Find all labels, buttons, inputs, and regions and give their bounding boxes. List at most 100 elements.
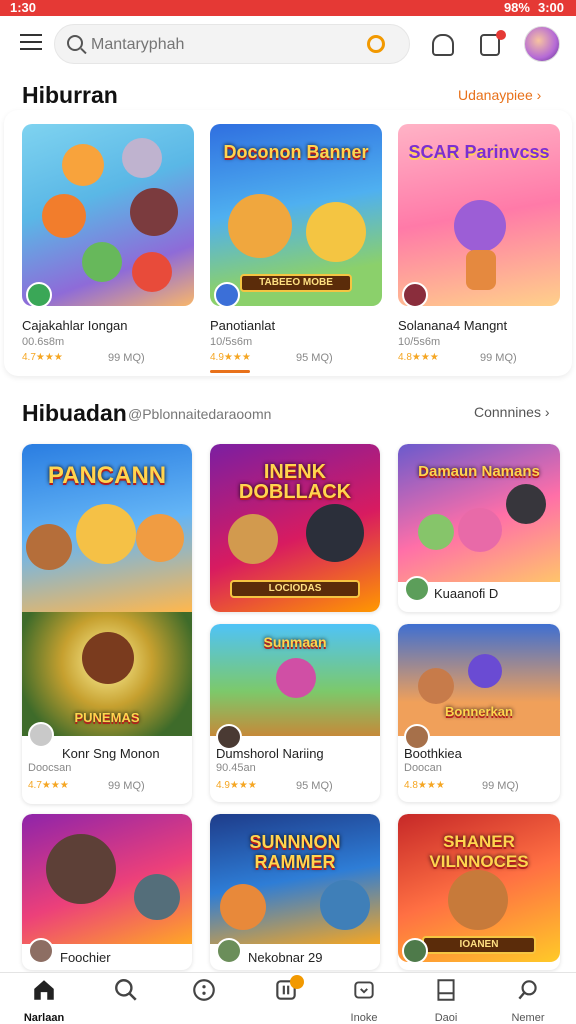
game-icon — [214, 282, 240, 308]
game-card[interactable]: SHANER VILNNOCES IOANEN — [398, 814, 560, 970]
game-title: Foochier — [60, 950, 111, 965]
menu-icon[interactable] — [20, 34, 42, 52]
game-thumbnail[interactable]: SCAR Parinvcss — [398, 124, 560, 306]
game-rating: 4.9★★★ — [216, 780, 257, 791]
game-art-title: SUNNNON RAMMER — [249, 832, 341, 872]
game-icon — [402, 282, 428, 308]
nav-inbox[interactable]: Inoke — [324, 977, 404, 1024]
game-icon — [402, 938, 428, 964]
game-rating: 4.9★★★ — [210, 352, 251, 363]
nav-search[interactable] — [86, 977, 166, 1012]
game-art-title: Bonnerkan — [445, 704, 513, 719]
nav-pages[interactable]: Daoi — [406, 977, 486, 1024]
game-thumbnail[interactable]: SUNNNON RAMMER — [210, 814, 380, 944]
game-art-title: PANCANN — [47, 462, 167, 489]
game-thumbnail[interactable]: PUNEMAS — [22, 612, 192, 736]
game-title: Dumshorol Nariing — [216, 746, 324, 761]
home-icon — [34, 980, 54, 1000]
notification-dot — [496, 30, 506, 40]
game-art-title: PUNEMAS — [74, 710, 140, 725]
chevron-right-icon: › — [544, 404, 550, 420]
game-card[interactable]: INENK DOBLLACK LOCIODAS — [210, 444, 380, 612]
game-title: Kuaanofi D — [434, 586, 499, 601]
game-rating: 4.8★★★ — [404, 780, 445, 791]
game-subtitle: 10/5s6m — [398, 336, 441, 348]
game-size: 95 MQ) — [296, 352, 333, 364]
app-bar — [0, 16, 576, 74]
game-size: 99 MQ) — [108, 780, 145, 792]
battery-text: 98% — [503, 0, 530, 15]
inbox-icon — [354, 981, 374, 999]
nav-more[interactable]: Nemer — [488, 977, 568, 1024]
game-subtitle: 90.45an — [216, 762, 256, 774]
game-thumbnail[interactable]: Doconon Banner ТАВЕЕО МОВЕ — [210, 124, 382, 306]
game-rating: 4.8★★★ — [398, 352, 439, 363]
search-icon — [67, 35, 83, 51]
magnifier-icon — [518, 980, 537, 1000]
game-card[interactable]: Foochier — [22, 814, 192, 970]
game-subtitle: Doocan — [404, 762, 442, 774]
nav-games[interactable] — [164, 977, 244, 1012]
game-subtitle: Doocsan — [28, 762, 72, 774]
game-thumbnail[interactable]: Bonnerkan — [398, 624, 560, 736]
game-subtitle: 00.6s8m — [22, 336, 65, 348]
search-bar[interactable] — [54, 24, 410, 64]
nav-label: Inoke — [350, 1012, 378, 1024]
game-rating: 4.7★★★ — [28, 780, 69, 791]
page-icon — [437, 979, 455, 1001]
game-size: 99 MQ) — [108, 352, 145, 364]
profile-avatar[interactable] — [524, 26, 560, 62]
section-see-all-link[interactable]: Connnines › — [474, 404, 550, 420]
game-art-banner: LOCIODAS — [230, 580, 360, 598]
nav-label: Nemer — [511, 1012, 545, 1024]
game-thumbnail[interactable]: Damaun Namans — [398, 444, 560, 582]
search-input[interactable] — [91, 33, 371, 57]
section-title: Hibuadan — [22, 400, 127, 426]
notification-bell-icon[interactable] — [432, 34, 454, 56]
clock-text: 3:00 — [537, 0, 564, 15]
game-title: Panotianlat — [210, 318, 276, 333]
bottom-navigation: Narlaan Inoke Daoi Nemer — [0, 972, 576, 1024]
game-art-title: Sunmaan — [263, 634, 327, 650]
game-rating: 4.7★★★ — [22, 352, 63, 363]
game-card[interactable]: Sunmaan Dumshorol Nariing 90.45an 4.9★★★… — [210, 624, 380, 802]
game-thumbnail[interactable] — [22, 814, 192, 944]
game-art-title: Doconon Banner — [223, 142, 369, 162]
game-card[interactable]: Bonnerkan Boothkiea Doocan 4.8★★★ 99 MQ) — [398, 624, 560, 802]
game-icon — [28, 722, 54, 748]
game-card[interactable]: SUNNNON RAMMER Nekobnar 29 — [210, 814, 380, 970]
see-all-label: Udanaypiee — [458, 87, 533, 103]
voice-search-icon[interactable] — [367, 35, 385, 53]
game-art-title: SCAR Parinvcss — [408, 142, 550, 162]
nav-home[interactable]: Narlaan — [4, 977, 84, 1024]
status-bar: 1:30 98% 3:00 — [0, 0, 576, 16]
game-size: 95 MQ) — [296, 780, 333, 792]
game-thumbnail[interactable]: PANCANN — [22, 444, 192, 612]
nav-library[interactable] — [246, 975, 326, 1012]
see-all-label: Connnines — [474, 404, 541, 420]
game-subtitle: 10/5s6m — [210, 336, 253, 348]
game-title: Konr Sng Monon — [62, 746, 160, 761]
game-thumbnail[interactable]: Sunmaan — [210, 624, 380, 736]
game-art-banner: ТАВЕЕО МОВЕ — [240, 274, 352, 292]
game-icon — [216, 938, 242, 964]
section-title: Hiburran — [22, 82, 118, 108]
section-see-all-link[interactable]: Udanaypiee › — [458, 87, 541, 103]
game-art-title: INENK DOBLLACK — [238, 461, 352, 503]
game-card[interactable]: PANCANN PUNEMAS Konr Sng Monon Doocsan 4… — [22, 444, 192, 804]
chevron-right-icon: › — [536, 87, 542, 103]
game-size: 99 MQ) — [482, 780, 519, 792]
game-icon — [26, 282, 52, 308]
scroll-indicator — [210, 370, 250, 373]
game-thumbnail[interactable] — [22, 124, 194, 306]
game-title: Nekobnar 29 — [248, 950, 323, 965]
game-card[interactable]: Damaun Namans Kuaanofi D — [398, 444, 560, 612]
status-left-text: 1:30 — [10, 0, 37, 15]
shopping-bag-icon[interactable] — [480, 30, 506, 56]
nav-label: Daoi — [434, 1012, 458, 1024]
game-art-title: Damaun Namans — [418, 463, 540, 480]
game-thumbnail[interactable]: INENK DOBLLACK LOCIODAS — [210, 444, 380, 612]
notification-badge — [290, 975, 304, 989]
section-subtitle: @Pblonnaitedaraoomn — [128, 406, 272, 422]
gamepad-icon — [193, 979, 215, 1001]
